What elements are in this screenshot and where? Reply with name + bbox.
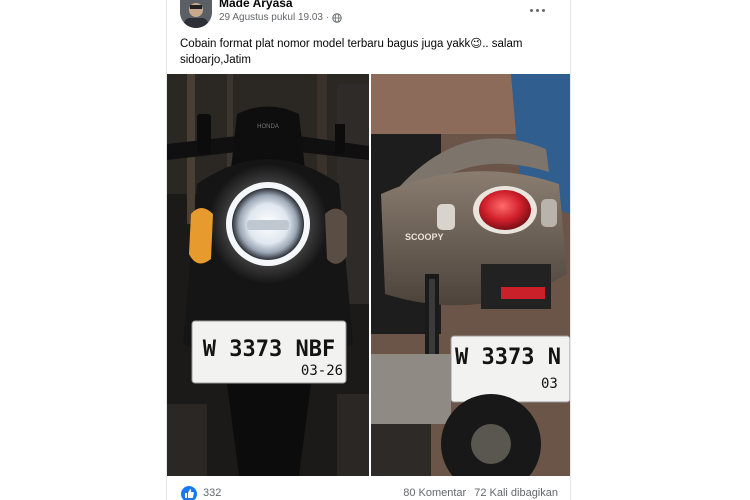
author-name[interactable]: Made Aryasa bbox=[219, 0, 293, 10]
rear-plate-expiry: 03 bbox=[541, 376, 558, 392]
facebook-post: Made Aryasa 29 Agustus pukul 19.03 · Cob… bbox=[166, 0, 571, 500]
post-meta: 29 Agustus pukul 19.03 · bbox=[219, 12, 343, 23]
scooter-rear-photo[interactable]: SCOOPY W 3373 N 03 bbox=[371, 74, 570, 476]
post-caption: Cobain format plat nomor model terbaru b… bbox=[180, 38, 523, 66]
globe-icon bbox=[332, 12, 343, 23]
scoopy-badge: SCOOPY bbox=[405, 232, 444, 242]
profile-photo bbox=[180, 0, 212, 28]
front-plate-expiry: 03-26 bbox=[301, 363, 343, 379]
scooter-front-photo[interactable]: HONDA W 3373 NBF 03-26 bbox=[167, 74, 369, 476]
share-count[interactable]: 72 Kali dibagikan bbox=[474, 487, 558, 499]
more-options-icon[interactable] bbox=[528, 3, 548, 17]
front-plate-number: W 3373 NBF bbox=[203, 337, 335, 362]
like-count[interactable]: 332 bbox=[203, 487, 221, 499]
thumbs-up-icon[interactable] bbox=[181, 486, 197, 500]
honda-logo: HONDA bbox=[257, 124, 279, 130]
reaction-bar: 332 80 Komentar 72 Kali dibagikan bbox=[167, 484, 570, 500]
avatar[interactable] bbox=[180, 0, 212, 28]
comment-count[interactable]: 80 Komentar bbox=[403, 487, 466, 499]
post-timestamp[interactable]: 29 Agustus pukul 19.03 bbox=[219, 12, 323, 23]
rear-plate-number: W 3373 N bbox=[455, 345, 561, 370]
